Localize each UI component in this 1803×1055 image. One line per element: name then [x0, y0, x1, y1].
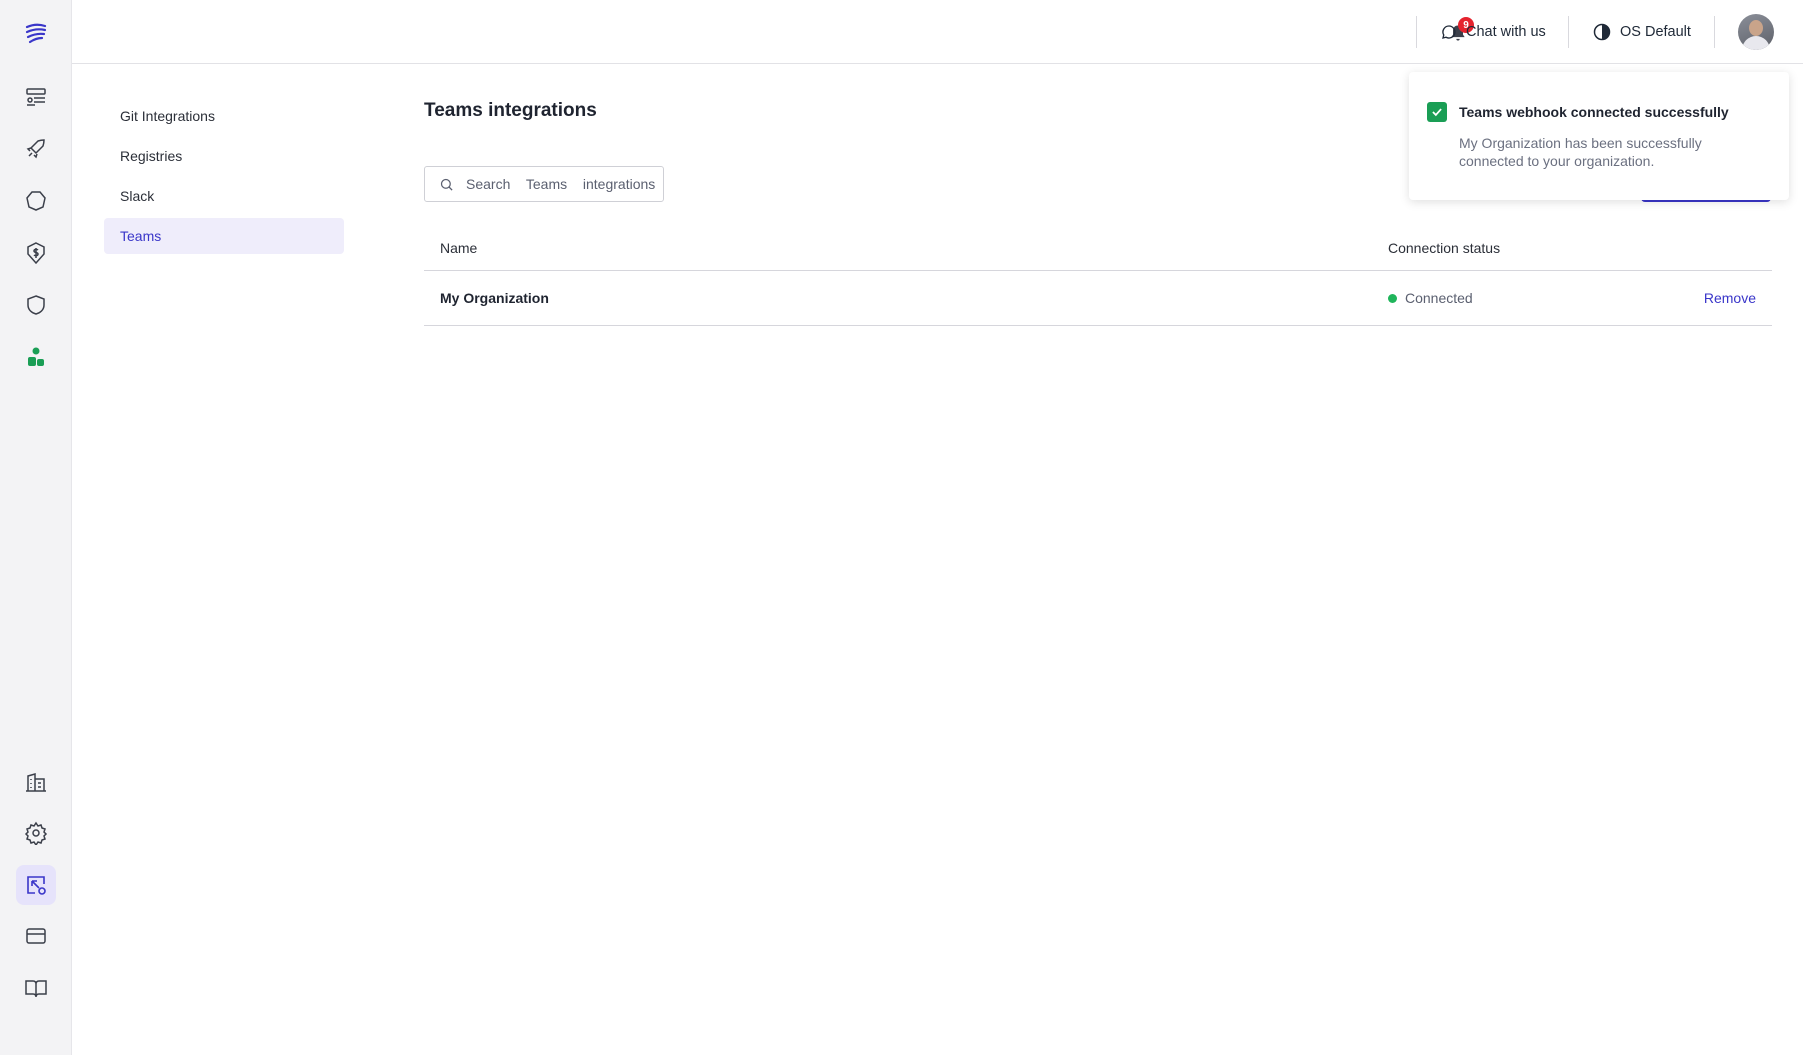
- chat-bubble-icon: [1442, 25, 1456, 39]
- row-name: My Organization: [440, 290, 549, 306]
- subnav-item-slack[interactable]: Slack: [104, 178, 344, 214]
- dollar-shield-icon[interactable]: [16, 233, 56, 273]
- integrations-table: Name Connection status My Organization C…: [424, 226, 1772, 326]
- connection-status: Connected: [1388, 290, 1688, 306]
- divider: [1714, 16, 1715, 48]
- organization-icon[interactable]: [16, 762, 56, 802]
- brand-logo[interactable]: [16, 14, 56, 54]
- divider: [1416, 16, 1417, 48]
- toast-message: My Organization has been successfully co…: [1459, 135, 1702, 169]
- chat-with-us-label: Chat with us: [1466, 24, 1546, 40]
- integrations-subnav: Git Integrations Registries Slack Teams: [104, 98, 344, 258]
- search-icon: [440, 178, 453, 191]
- contrast-icon: [1593, 23, 1611, 41]
- table-row: My Organization Connected Remove: [424, 271, 1772, 326]
- status-dot: [1388, 293, 1397, 303]
- gear-icon[interactable]: [16, 813, 56, 853]
- checkmark-icon: [1427, 102, 1447, 122]
- subnav-item-git-integrations[interactable]: Git Integrations: [104, 98, 344, 134]
- hexagon-icon[interactable]: [16, 181, 56, 221]
- toast-title: Teams webhook connected successfully: [1459, 104, 1729, 120]
- search-input[interactable]: [466, 176, 656, 192]
- remove-link[interactable]: Remove: [1704, 290, 1756, 306]
- theme-toggle-button[interactable]: OS Default: [1592, 20, 1691, 44]
- user-avatar[interactable]: [1738, 14, 1774, 50]
- book-icon[interactable]: [16, 968, 56, 1008]
- chat-with-us-button[interactable]: Chat with us: [1440, 20, 1546, 44]
- page-title: Teams integrations: [424, 100, 597, 121]
- status-text: Connected: [1405, 290, 1473, 306]
- dashboard-icon[interactable]: [16, 77, 56, 117]
- table-header: Name Connection status: [424, 226, 1772, 271]
- brand-logo-icon: [25, 23, 47, 44]
- subnav-item-registries[interactable]: Registries: [104, 138, 344, 174]
- column-header-connection-status: Connection status: [1388, 240, 1501, 256]
- column-header-name: Name: [440, 240, 478, 256]
- divider: [1568, 16, 1569, 48]
- rocket-icon[interactable]: [16, 129, 56, 169]
- search-box[interactable]: [424, 166, 664, 202]
- credit-card-icon[interactable]: [16, 916, 56, 956]
- shield-icon[interactable]: [16, 285, 56, 325]
- team-icon[interactable]: [16, 337, 56, 377]
- top-bar: 9 Chat with us OS Default: [72, 0, 1803, 64]
- integrations-icon[interactable]: [16, 865, 56, 905]
- left-rail: [0, 0, 72, 1055]
- subnav-item-teams[interactable]: Teams: [104, 218, 344, 254]
- theme-label: OS Default: [1620, 24, 1691, 40]
- success-toast: Teams webhook connected successfully My …: [1409, 72, 1789, 200]
